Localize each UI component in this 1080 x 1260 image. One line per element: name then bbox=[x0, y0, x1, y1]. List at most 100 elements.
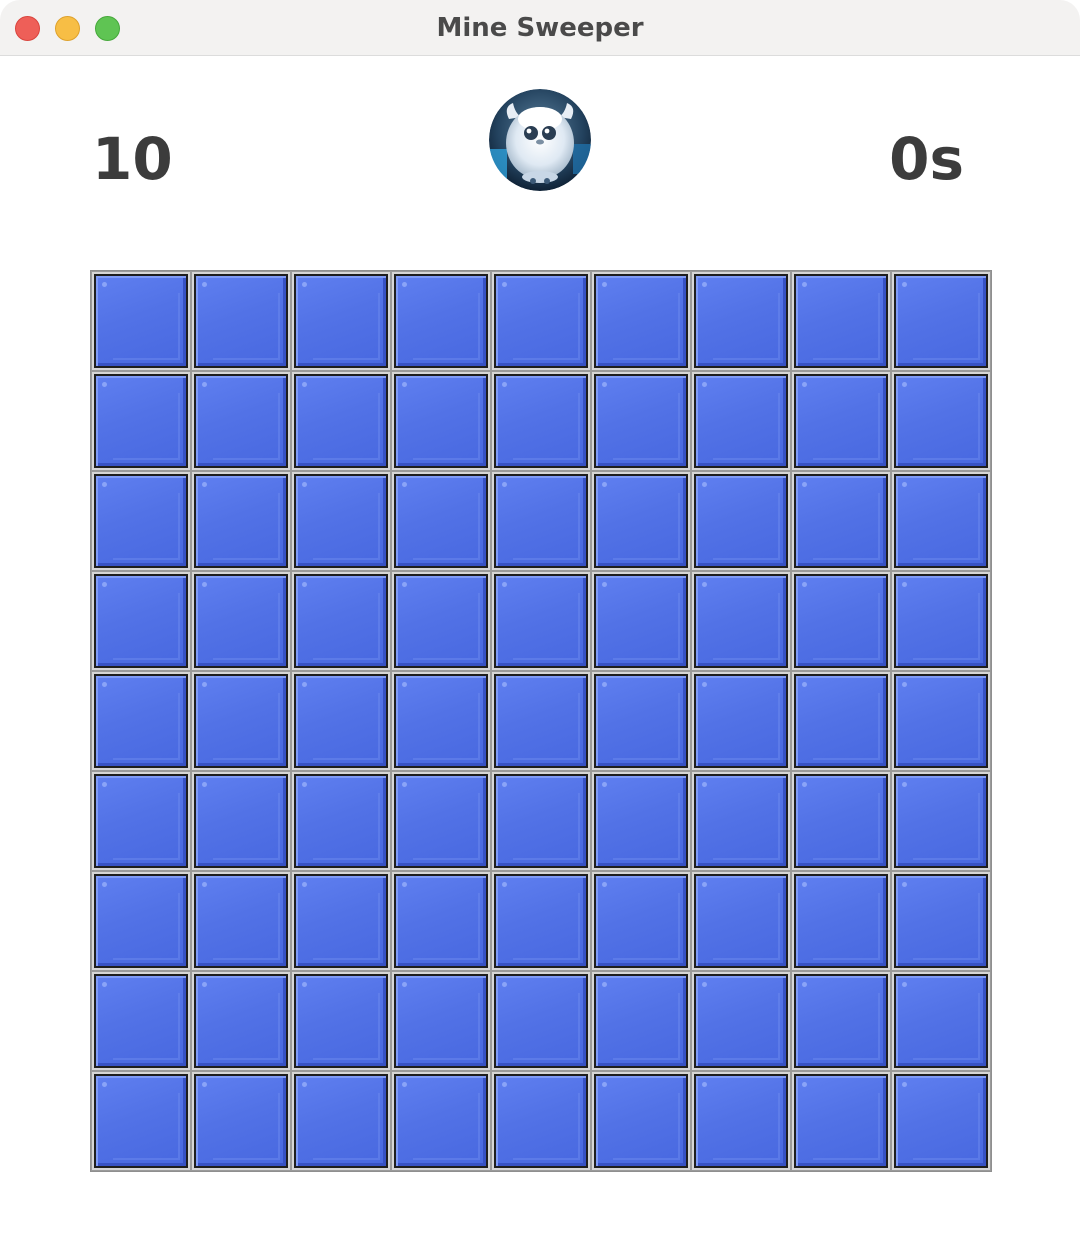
board-cell[interactable] bbox=[291, 771, 391, 871]
board-cell[interactable] bbox=[491, 771, 591, 871]
board-cell[interactable] bbox=[791, 771, 891, 871]
board-cell[interactable] bbox=[591, 1071, 691, 1171]
board-cell[interactable] bbox=[391, 471, 491, 571]
board-cell[interactable] bbox=[491, 271, 591, 371]
board-cell[interactable] bbox=[191, 971, 291, 1071]
board-cell[interactable] bbox=[291, 471, 391, 571]
board-cell[interactable] bbox=[191, 771, 291, 871]
board-cell[interactable] bbox=[191, 871, 291, 971]
board-cell[interactable] bbox=[891, 571, 991, 671]
board-cell[interactable] bbox=[91, 371, 191, 471]
board-cell[interactable] bbox=[891, 371, 991, 471]
board-cell[interactable] bbox=[391, 771, 491, 871]
board-cell[interactable] bbox=[291, 571, 391, 671]
board-cell[interactable] bbox=[191, 671, 291, 771]
board-cell[interactable] bbox=[591, 271, 691, 371]
board-cell[interactable] bbox=[591, 671, 691, 771]
unrevealed-tile bbox=[694, 974, 788, 1068]
board-cell[interactable] bbox=[491, 871, 591, 971]
unrevealed-tile bbox=[594, 874, 688, 968]
board-cell[interactable] bbox=[491, 671, 591, 771]
board-cell[interactable] bbox=[491, 971, 591, 1071]
unrevealed-tile bbox=[494, 1074, 588, 1168]
board-cell[interactable] bbox=[891, 871, 991, 971]
board-cell[interactable] bbox=[891, 471, 991, 571]
board-cell[interactable] bbox=[891, 671, 991, 771]
board-cell[interactable] bbox=[891, 1071, 991, 1171]
board-cell[interactable] bbox=[691, 571, 791, 671]
unrevealed-tile bbox=[894, 374, 988, 468]
unrevealed-tile bbox=[594, 474, 688, 568]
board-cell[interactable] bbox=[91, 1071, 191, 1171]
unrevealed-tile bbox=[494, 874, 588, 968]
board-cell[interactable] bbox=[391, 971, 491, 1071]
board-cell[interactable] bbox=[91, 871, 191, 971]
board-cell[interactable] bbox=[191, 471, 291, 571]
mine-counter: 10 bbox=[92, 125, 173, 193]
unrevealed-tile bbox=[694, 374, 788, 468]
unrevealed-tile bbox=[194, 474, 288, 568]
unrevealed-tile bbox=[94, 274, 188, 368]
board-cell[interactable] bbox=[691, 371, 791, 471]
unrevealed-tile bbox=[594, 1074, 688, 1168]
unrevealed-tile bbox=[94, 1074, 188, 1168]
board-cell[interactable] bbox=[291, 671, 391, 771]
board-cell[interactable] bbox=[691, 871, 791, 971]
board-cell[interactable] bbox=[891, 771, 991, 871]
board-cell[interactable] bbox=[491, 1071, 591, 1171]
board-cell[interactable] bbox=[291, 871, 391, 971]
board-cell[interactable] bbox=[591, 471, 691, 571]
unrevealed-tile bbox=[694, 274, 788, 368]
board-cell[interactable] bbox=[391, 1071, 491, 1171]
board-cell[interactable] bbox=[591, 971, 691, 1071]
board-cell[interactable] bbox=[591, 771, 691, 871]
board-cell[interactable] bbox=[91, 971, 191, 1071]
board-cell[interactable] bbox=[691, 771, 791, 871]
board-cell[interactable] bbox=[391, 871, 491, 971]
board-cell[interactable] bbox=[691, 1071, 791, 1171]
board-cell[interactable] bbox=[791, 1071, 891, 1171]
board-cell[interactable] bbox=[391, 571, 491, 671]
board-cell[interactable] bbox=[791, 871, 891, 971]
board-cell[interactable] bbox=[891, 971, 991, 1071]
board-cell[interactable] bbox=[291, 1071, 391, 1171]
unrevealed-tile bbox=[794, 1074, 888, 1168]
board-cell[interactable] bbox=[591, 571, 691, 671]
board-cell[interactable] bbox=[191, 571, 291, 671]
board-cell[interactable] bbox=[791, 571, 891, 671]
board-cell[interactable] bbox=[91, 671, 191, 771]
board-cell[interactable] bbox=[191, 1071, 291, 1171]
board-cell[interactable] bbox=[91, 471, 191, 571]
board-cell[interactable] bbox=[91, 571, 191, 671]
board-cell[interactable] bbox=[291, 971, 391, 1071]
board-cell[interactable] bbox=[491, 471, 591, 571]
board-cell[interactable] bbox=[691, 971, 791, 1071]
board-cell[interactable] bbox=[891, 271, 991, 371]
unrevealed-tile bbox=[794, 374, 888, 468]
board-cell[interactable] bbox=[791, 971, 891, 1071]
board-cell[interactable] bbox=[591, 371, 691, 471]
board-cell[interactable] bbox=[191, 371, 291, 471]
board-cell[interactable] bbox=[791, 671, 891, 771]
unrevealed-tile bbox=[894, 974, 988, 1068]
board-cell[interactable] bbox=[691, 271, 791, 371]
board-cell[interactable] bbox=[291, 371, 391, 471]
face-reset-button[interactable] bbox=[489, 89, 591, 191]
board-cell[interactable] bbox=[91, 771, 191, 871]
board-cell[interactable] bbox=[291, 271, 391, 371]
board-cell[interactable] bbox=[391, 671, 491, 771]
board-cell[interactable] bbox=[691, 671, 791, 771]
board-cell[interactable] bbox=[391, 271, 491, 371]
board-cell[interactable] bbox=[491, 371, 591, 471]
board-cell[interactable] bbox=[791, 271, 891, 371]
board-cell[interactable] bbox=[491, 571, 591, 671]
board-cell[interactable] bbox=[91, 271, 191, 371]
board-cell[interactable] bbox=[691, 471, 791, 571]
board-cell[interactable] bbox=[191, 271, 291, 371]
board-cell[interactable] bbox=[591, 871, 691, 971]
board-cell[interactable] bbox=[391, 371, 491, 471]
board-cell[interactable] bbox=[791, 371, 891, 471]
yeti-face-icon bbox=[489, 89, 591, 191]
board-cell[interactable] bbox=[791, 471, 891, 571]
unrevealed-tile bbox=[694, 1074, 788, 1168]
